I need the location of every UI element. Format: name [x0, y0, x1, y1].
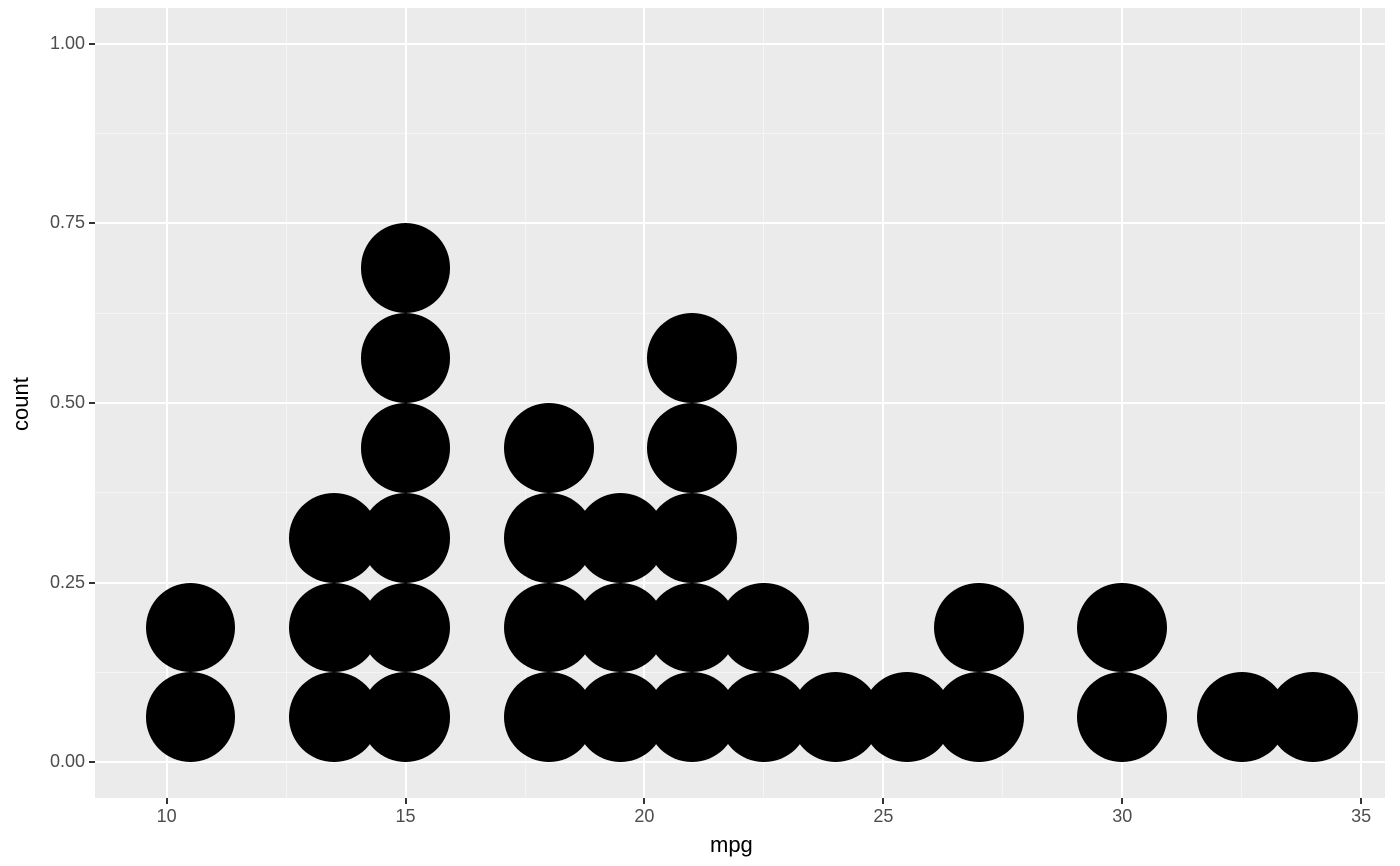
x-tick-label: 35 — [1341, 806, 1381, 827]
gridline-y-minor — [95, 492, 1385, 493]
dot — [361, 403, 451, 493]
dot — [1077, 672, 1167, 762]
dot — [934, 583, 1024, 673]
dot — [647, 403, 737, 493]
dot — [647, 493, 737, 583]
x-tick-label: 10 — [147, 806, 187, 827]
gridline-y-minor — [95, 672, 1385, 673]
y-tick-label: 0.75 — [50, 212, 85, 233]
y-tick-label: 0.25 — [50, 572, 85, 593]
x-axis-title: mpg — [710, 832, 753, 858]
x-tick-label: 15 — [386, 806, 426, 827]
dot — [361, 672, 451, 762]
dot — [361, 313, 451, 403]
dot — [361, 583, 451, 673]
x-tick-label: 25 — [863, 806, 903, 827]
dot — [719, 583, 809, 673]
dot — [504, 403, 594, 493]
y-tick-label: 0.00 — [50, 751, 85, 772]
dot — [361, 223, 451, 313]
x-tick-label: 20 — [624, 806, 664, 827]
dot — [361, 493, 451, 583]
dot — [647, 313, 737, 403]
gridline-y-minor — [95, 313, 1385, 314]
chart-container: mpg count 10 15 20 25 30 35 0.00 0.25 0.50 0.75 1.… — [0, 0, 1400, 866]
y-tick — [89, 582, 95, 584]
gridline-y-major — [95, 43, 1385, 45]
gridline-y-minor — [95, 133, 1385, 134]
y-tick — [89, 43, 95, 45]
gridline-y-major — [95, 222, 1385, 224]
x-tick — [882, 798, 884, 804]
x-tick — [643, 798, 645, 804]
dot — [146, 583, 236, 673]
y-tick-label: 1.00 — [50, 33, 85, 54]
dot — [1268, 672, 1358, 762]
x-tick — [1121, 798, 1123, 804]
x-tick — [405, 798, 407, 804]
y-tick — [89, 222, 95, 224]
y-tick — [89, 761, 95, 763]
y-tick-label: 0.50 — [50, 392, 85, 413]
gridline-y-major — [95, 761, 1385, 763]
y-tick — [89, 402, 95, 404]
y-axis-title: count — [8, 377, 34, 431]
dot — [934, 672, 1024, 762]
gridline-y-major — [95, 402, 1385, 404]
x-tick — [166, 798, 168, 804]
x-tick-label: 30 — [1102, 806, 1142, 827]
gridline-y-major — [95, 582, 1385, 584]
dot — [146, 672, 236, 762]
dot — [1077, 583, 1167, 673]
x-tick — [1360, 798, 1362, 804]
